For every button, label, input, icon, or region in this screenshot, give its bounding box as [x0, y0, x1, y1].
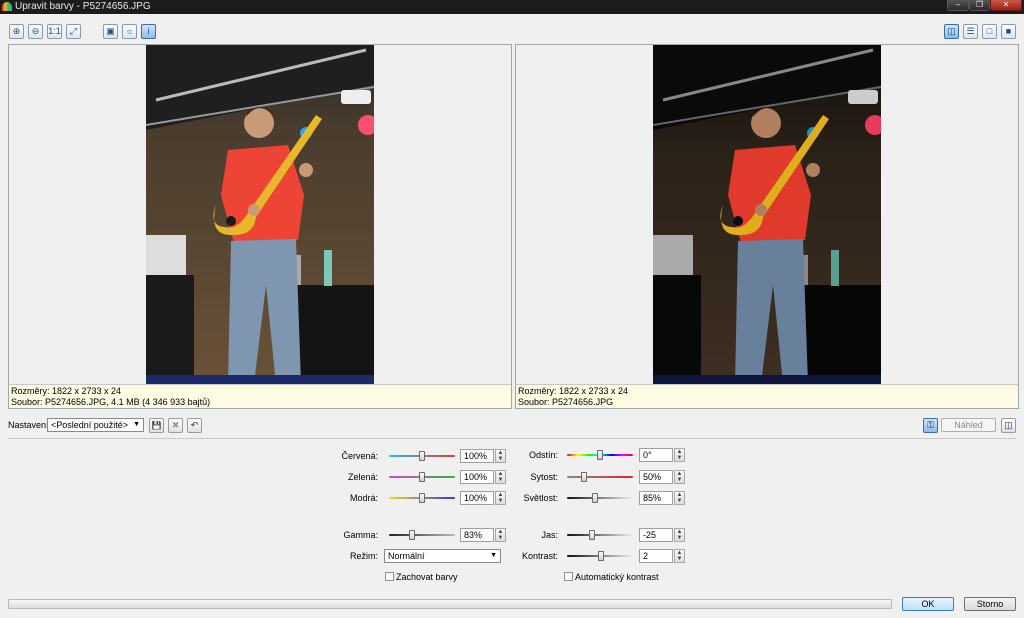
saturation-label: Sytost: [530, 472, 558, 482]
layout-icon: ◫ [1004, 420, 1013, 430]
original-view-button[interactable]: ■ [1001, 24, 1016, 39]
spin-down-icon[interactable]: ▼ [675, 556, 684, 562]
preserve-colors-label: Zachovat barvy [396, 572, 458, 582]
saturation-value-field[interactable]: 50% [639, 470, 673, 484]
original-file-info: Soubor: P5274656.JPG, 4.1 MB (4 346 933 … [11, 397, 211, 407]
hue-label: Odstín: [528, 450, 558, 460]
red-slider-thumb[interactable] [419, 451, 425, 461]
brightness-spinner[interactable]: ▲ ▼ [674, 528, 685, 542]
preview-photo [653, 45, 881, 384]
split-horizontal-button[interactable]: ☰ [963, 24, 978, 39]
zoom-out-button[interactable]: ⊖ [28, 24, 43, 39]
blue-slider-thumb[interactable] [419, 493, 425, 503]
brightness-slider-track[interactable] [567, 534, 633, 536]
chevron-down-icon: ▼ [133, 421, 140, 428]
spin-down-icon[interactable]: ▼ [675, 535, 684, 541]
original-photo [146, 45, 374, 384]
green-slider-thumb[interactable] [419, 472, 425, 482]
zoom-in-button[interactable]: ⊕ [9, 24, 24, 39]
ok-button[interactable]: OK [902, 597, 954, 611]
settings-preset-select[interactable]: <Poslední použité> ▼ [47, 418, 144, 432]
preview-image-pane: Rozměry: 1822 x 2733 x 24 Soubor: P52746… [515, 44, 1019, 409]
delete-icon: ✖ [171, 420, 180, 430]
lightness-label: Světlost: [523, 493, 558, 503]
brightness-slider-thumb[interactable] [589, 530, 596, 540]
info-button[interactable]: i [141, 24, 156, 39]
progress-bar [8, 599, 892, 609]
split-vertical-button[interactable]: ◫ [944, 24, 959, 39]
mode-select[interactable]: Normální ▼ [384, 549, 501, 563]
hue-slider-thumb[interactable] [597, 450, 603, 460]
delete-preset-button[interactable]: ✖ [168, 418, 183, 433]
contrast-value-field[interactable]: 2 [639, 549, 673, 563]
save-icon: 💾 [151, 421, 162, 430]
chevron-down-icon: ▼ [490, 552, 497, 559]
single-view-button[interactable]: □ [982, 24, 997, 39]
gamma-slider-track[interactable] [389, 534, 455, 536]
gamma-label: Gamma: [343, 530, 378, 540]
auto-contrast-checkbox[interactable] [564, 572, 573, 581]
window-title: Upravit barvy - P5274656.JPG [15, 1, 151, 12]
mode-label: Režim: [349, 551, 378, 561]
preview-file-info: Soubor: P5274656.JPG [518, 397, 614, 407]
close-button[interactable]: ✕ [990, 0, 1022, 11]
saturation-slider-thumb[interactable] [580, 472, 587, 482]
contrast-slider-thumb[interactable] [598, 551, 605, 561]
gamma-slider-thumb[interactable] [409, 530, 416, 540]
green-label: Zelená: [347, 472, 378, 482]
preview-info-panel: Rozměry: 1822 x 2733 x 24 Soubor: P52746… [516, 384, 1018, 408]
preview-dimensions: Rozměry: 1822 x 2733 x 24 [518, 386, 629, 396]
lightness-spinner[interactable]: ▲ ▼ [674, 491, 685, 505]
actual-size-button[interactable]: 1:1 [47, 24, 62, 39]
undo-icon: ↶ [190, 420, 199, 430]
contrast-spinner[interactable]: ▲ ▼ [674, 549, 685, 563]
reset-button[interactable]: ↶ [187, 418, 202, 433]
lightness-slider-track[interactable] [567, 497, 633, 499]
saturation-spinner[interactable]: ▲ ▼ [674, 470, 685, 484]
saturation-slider-track[interactable] [567, 476, 633, 478]
spin-down-icon[interactable]: ▼ [675, 498, 684, 504]
fit-window-button[interactable]: ⤢ [66, 24, 81, 39]
brightness-label: Jas: [541, 530, 558, 540]
auto-contrast-label: Automatický kontrast [575, 572, 659, 582]
lightness-value-field[interactable]: 85% [639, 491, 673, 505]
preview-button[interactable]: Náhled [941, 418, 996, 432]
minimize-button[interactable]: – [947, 0, 969, 11]
layout-toggle-button[interactable]: ◫ [1001, 418, 1016, 433]
brightness-value-field[interactable]: -25 [639, 528, 673, 542]
original-image-pane: Rozměry: 1822 x 2733 x 24 Soubor: P52746… [8, 44, 512, 409]
original-info-panel: Rozměry: 1822 x 2733 x 24 Soubor: P52746… [9, 384, 511, 408]
lightness-slider-thumb[interactable] [592, 493, 599, 503]
blue-label: Modrá: [349, 493, 378, 503]
original-dimensions: Rozměry: 1822 x 2733 x 24 [11, 386, 122, 396]
title-bar: Upravit barvy - P5274656.JPG – ❐ ✕ [0, 0, 1024, 14]
app-icon [2, 2, 12, 11]
save-preset-button[interactable]: 💾 [149, 418, 164, 433]
hue-value-field[interactable]: 0° [639, 448, 673, 462]
spin-down-icon[interactable]: ▼ [675, 455, 684, 461]
highlight-button[interactable]: ☼ [122, 24, 137, 39]
preserve-colors-checkbox[interactable] [385, 572, 394, 581]
settings-label: Nastavení: [8, 420, 52, 430]
cancel-button[interactable]: Storno [964, 597, 1016, 611]
lock-preview-button[interactable]: ⚿ [923, 418, 938, 433]
settings-preset-value: <Poslední použité> [51, 420, 129, 430]
hue-spinner[interactable]: ▲ ▼ [674, 448, 685, 462]
spin-down-icon[interactable]: ▼ [675, 477, 684, 483]
divider [8, 438, 1016, 439]
red-label: Červená: [341, 451, 378, 461]
lock-icon: ⚿ [927, 420, 934, 430]
mode-value: Normální [388, 551, 425, 561]
compare-image-button[interactable]: ▣ [103, 24, 118, 39]
maximize-button[interactable]: ❐ [969, 0, 990, 11]
